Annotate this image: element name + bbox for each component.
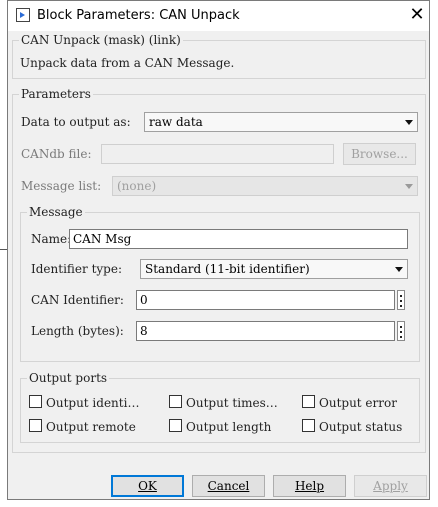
identifier-type-dropdown[interactable]: Standard (11-bit identifier) (140, 259, 408, 279)
name-field[interactable]: CAN Msg (69, 229, 408, 249)
output-timestamp-checkbox[interactable] (169, 395, 182, 408)
name-label: Name: (31, 232, 72, 246)
output-length-label: Output length (186, 420, 272, 434)
output-status-checkbox[interactable] (302, 419, 315, 432)
length-field[interactable]: 8 (136, 321, 395, 341)
window-title: Block Parameters: CAN Unpack (37, 8, 240, 23)
message-list-label: Message list: (21, 179, 102, 193)
data-output-value: raw data (149, 115, 203, 129)
chevron-down-icon (405, 184, 413, 189)
help-button-label: Help (294, 479, 325, 493)
data-output-dropdown[interactable]: raw data (144, 112, 418, 132)
message-list-value: (none) (117, 179, 157, 193)
can-identifier-label: CAN Identifier: (31, 293, 124, 307)
output-error-checkbox[interactable] (302, 395, 315, 408)
chevron-down-icon (405, 120, 413, 125)
parameters-legend: Parameters (21, 87, 91, 101)
help-button[interactable]: Help (273, 475, 346, 497)
mask-legend: CAN Unpack (mask) (link) (21, 33, 181, 47)
identifier-type-label: Identifier type: (31, 262, 122, 276)
length-menu-icon[interactable] (397, 321, 405, 341)
output-status-label: Output status (319, 420, 403, 434)
output-remote-label: Output remote (46, 420, 136, 434)
apply-button-label: Apply (373, 479, 408, 493)
message-legend: Message (29, 205, 83, 219)
can-identifier-field[interactable]: 0 (136, 290, 395, 310)
cancel-button[interactable]: Cancel (192, 475, 265, 497)
chevron-down-icon (395, 267, 403, 272)
output-ports-legend: Output ports (29, 371, 108, 385)
output-identifier-checkbox[interactable] (29, 395, 42, 408)
cancel-button-label: Cancel (207, 479, 250, 493)
data-output-label: Data to output as: (21, 115, 131, 129)
length-label: Length (bytes): (31, 324, 124, 338)
can-identifier-menu-icon[interactable] (397, 290, 405, 310)
identifier-type-value: Standard (11-bit identifier) (145, 262, 310, 276)
output-timestamp-label: Output times… (186, 396, 278, 410)
ok-button-label: OK (138, 479, 157, 493)
output-length-checkbox[interactable] (169, 419, 182, 432)
close-icon[interactable]: ✕ (408, 5, 426, 25)
candb-file-label: CANdb file: (21, 147, 92, 161)
output-remote-checkbox[interactable] (29, 419, 42, 432)
mask-description: Unpack data from a CAN Message. (20, 56, 235, 70)
apply-button[interactable]: Apply (354, 475, 427, 497)
browse-button[interactable]: Browse... (343, 143, 416, 165)
message-list-dropdown[interactable]: (none) (112, 176, 418, 196)
ok-button[interactable]: OK (111, 475, 184, 497)
output-error-label: Output error (319, 396, 397, 410)
title-bar: Block Parameters: CAN Unpack ✕ (8, 1, 429, 31)
output-identifier-label: Output identi… (46, 396, 140, 410)
dialog-window: Block Parameters: CAN Unpack ✕ CAN Unpac… (7, 0, 430, 500)
simulink-block-icon (16, 8, 30, 22)
candb-file-field[interactable] (101, 144, 334, 164)
